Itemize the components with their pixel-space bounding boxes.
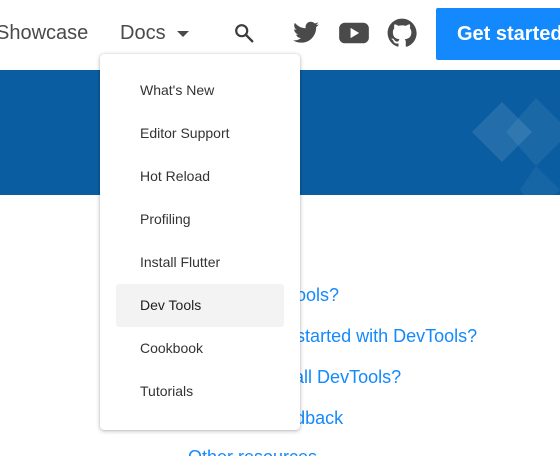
dropdown-item-dev-tools[interactable]: Dev Tools — [116, 284, 284, 327]
dropdown-item-hot-reload[interactable]: Hot Reload — [116, 155, 284, 198]
dropdown-item-profiling[interactable]: Profiling — [116, 198, 284, 241]
dropdown-item-tutorials[interactable]: Tutorials — [116, 370, 284, 413]
dropdown-item-cookbook[interactable]: Cookbook — [116, 327, 284, 370]
twitter-icon[interactable] — [291, 19, 321, 47]
dropdown-item-install-flutter[interactable]: Install Flutter — [116, 241, 284, 284]
youtube-icon[interactable] — [338, 19, 370, 47]
toc-link-other-resources[interactable]: Other resources — [188, 446, 317, 456]
dropdown-item-whats-new[interactable]: What's New — [116, 69, 284, 112]
nav-docs-menu[interactable]: Docs — [120, 21, 189, 45]
search-icon[interactable] — [233, 22, 255, 44]
dropdown-item-editor-support[interactable]: Editor Support — [116, 112, 284, 155]
get-started-button[interactable]: Get started — [436, 8, 560, 60]
docs-dropdown-menu: What's New Editor Support Hot Reload Pro… — [100, 54, 300, 430]
github-icon[interactable] — [387, 18, 417, 48]
nav-link-showcase[interactable]: Showcase — [0, 21, 88, 45]
caret-down-icon — [176, 30, 189, 37]
page: Showcase Docs Get started What is D — [0, 0, 560, 456]
nav-docs-label: Docs — [120, 22, 166, 44]
flutter-logo-decoration — [472, 98, 560, 195]
